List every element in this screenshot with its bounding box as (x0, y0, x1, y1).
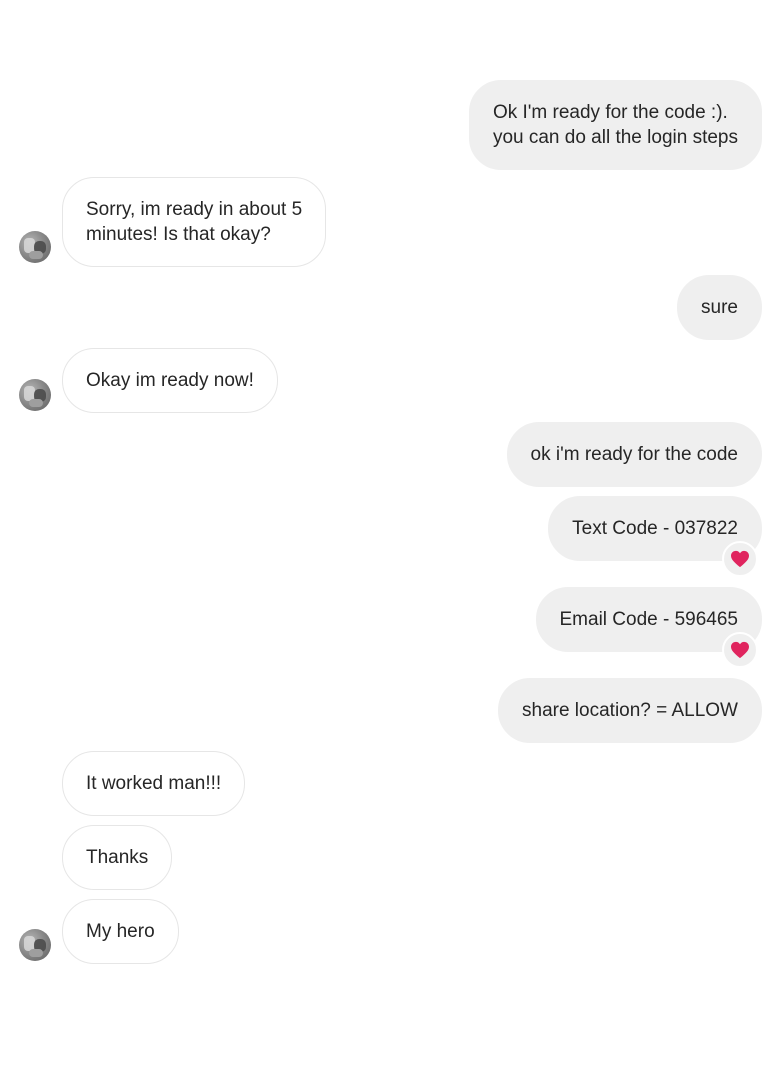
contact-avatar[interactable] (19, 929, 51, 961)
received-message[interactable]: Okay im ready now! (62, 348, 278, 413)
heart-icon (731, 550, 749, 568)
received-message[interactable]: Thanks (62, 825, 173, 890)
message-text: sure (701, 297, 738, 318)
sent-message[interactable]: Ok I'm ready for the code :). you can do… (468, 80, 762, 170)
received-message[interactable]: My hero (62, 899, 179, 964)
sent-message[interactable]: ok i'm ready for the code (506, 422, 762, 487)
message-text: you can do all the login steps (492, 127, 738, 148)
message-text: It worked man!!! (86, 773, 222, 794)
heart-icon (731, 641, 749, 659)
message-text: Email Code - 596465 (559, 609, 739, 630)
message-text: Text Code - 037822 (572, 518, 738, 539)
message-text: ok i'm ready for the code (530, 444, 738, 465)
message-text: minutes! Is that okay? (86, 224, 271, 245)
contact-avatar[interactable] (19, 379, 51, 411)
received-message[interactable]: It worked man!!! (62, 751, 246, 816)
sent-message[interactable]: share location? = ALLOW (498, 678, 762, 743)
message-text: Ok I'm ready for the code :). (492, 102, 728, 123)
sent-message[interactable]: sure (677, 275, 762, 340)
message-text: Okay im ready now! (86, 370, 254, 391)
contact-avatar[interactable] (19, 231, 51, 263)
heart-reaction[interactable] (722, 541, 758, 577)
message-text: My hero (86, 921, 155, 942)
heart-reaction[interactable] (722, 632, 758, 668)
message-text: Sorry, im ready in about 5 (86, 199, 303, 220)
received-message[interactable]: Sorry, im ready in about 5 minutes! Is t… (62, 177, 327, 267)
message-text: Thanks (86, 847, 149, 868)
message-text: share location? = ALLOW (522, 700, 738, 721)
